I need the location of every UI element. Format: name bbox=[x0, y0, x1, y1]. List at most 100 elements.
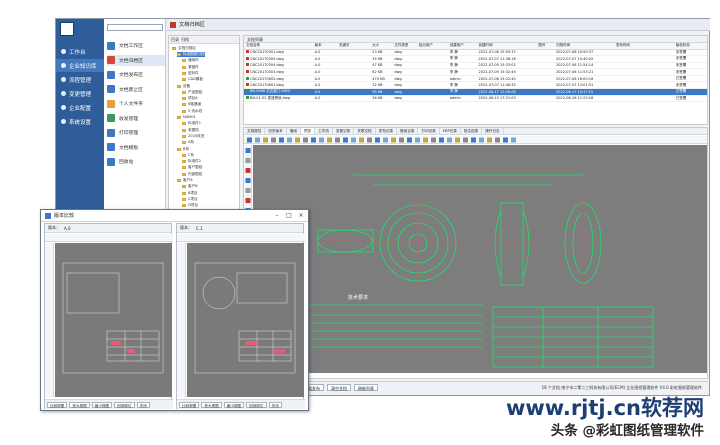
preview-tab[interactable]: 文档属性 bbox=[244, 128, 266, 134]
tree-node[interactable]: 内部图纸 bbox=[182, 172, 202, 177]
table-row[interactable]: CNC20170303.dwg A.0 62 KB dwg 李 静 2022-07-05 … bbox=[244, 68, 707, 76]
module-item[interactable]: 文档发布区 bbox=[107, 69, 165, 80]
compare-button[interactable]: 放大视图 bbox=[69, 401, 90, 408]
preview-tab[interactable]: 操作日志 bbox=[482, 128, 504, 134]
tree-node[interactable]: 密封件 bbox=[182, 71, 199, 76]
compare-button[interactable]: 关闭 bbox=[136, 401, 150, 408]
table-row[interactable]: BN-0066 右边盖门.DWG A.0 95 KB dwg 李 静 2022-06-17… bbox=[244, 88, 707, 96]
tree-node[interactable]: 2020改进 bbox=[182, 134, 204, 139]
toolbar-icon[interactable] bbox=[439, 137, 444, 143]
table-row[interactable]: CNC20170602.dwg A.0 470 KB dwg admin 2022-07-… bbox=[244, 75, 707, 83]
toolbar-icon[interactable] bbox=[319, 137, 324, 143]
nav-item-change[interactable]: 变更管理 bbox=[56, 87, 104, 100]
compare-button[interactable]: 比较视图 bbox=[179, 401, 200, 408]
toolbar-icon[interactable] bbox=[423, 137, 428, 143]
tree-node[interactable]: 客户B bbox=[182, 184, 198, 189]
module-item[interactable]: 打印管理 bbox=[107, 127, 165, 138]
table-row[interactable]: BN-01-02 泵座等轨.dwg A.0 36 KB dwg admin 2022-06… bbox=[244, 95, 707, 103]
preview-tab[interactable]: 发布记录 bbox=[376, 128, 398, 134]
file-list-tab[interactable]: 文档列表 bbox=[244, 36, 707, 43]
preview-tab[interactable]: 预览 bbox=[300, 128, 316, 134]
toolbar-icon[interactable] bbox=[455, 137, 460, 143]
preview-tab[interactable]: 打印记录 bbox=[418, 128, 440, 134]
compare-button[interactable]: 放大视图 bbox=[201, 401, 222, 408]
pane-drawing-left[interactable] bbox=[55, 243, 172, 397]
preview-tab[interactable]: 借阅记录 bbox=[397, 128, 419, 134]
toolbar-icon[interactable] bbox=[295, 137, 300, 143]
toolbar-icon[interactable] bbox=[479, 137, 484, 143]
nav-item-workbench[interactable]: 工作台 bbox=[56, 45, 104, 58]
module-item[interactable]: 文档废止区 bbox=[107, 84, 165, 95]
toolbar-icon[interactable] bbox=[287, 137, 292, 143]
tree-node[interactable]: D项目 bbox=[182, 203, 198, 208]
toolbar-icon[interactable] bbox=[399, 137, 404, 143]
table-row[interactable]: CNC20170601.dwg A.0 32 KB dwg 李 静 2022-07-07 … bbox=[244, 81, 707, 90]
tree-node[interactable]: C系 bbox=[182, 153, 194, 158]
tree-node[interactable]: 通用件 bbox=[182, 58, 199, 63]
module-item[interactable]: 个人文件夹 bbox=[107, 98, 165, 109]
toolbar-icon[interactable] bbox=[343, 137, 348, 143]
tree-node[interactable]: A系 bbox=[182, 140, 194, 145]
preview-tab[interactable]: 工作流 bbox=[315, 128, 333, 134]
toolbar-icon[interactable] bbox=[247, 137, 252, 143]
toolbar-icon[interactable] bbox=[255, 137, 260, 143]
preview-tab[interactable]: ERP记录 bbox=[440, 128, 461, 134]
toolbar-icon[interactable] bbox=[359, 137, 364, 143]
tree-tab-catalog[interactable]: 目录 bbox=[171, 37, 179, 43]
toolbar-icon[interactable] bbox=[407, 137, 412, 143]
tree-node[interactable]: 标准件2 bbox=[182, 159, 201, 164]
toolbar-icon[interactable] bbox=[367, 137, 372, 143]
toolbar-icon[interactable] bbox=[487, 137, 492, 143]
table-row[interactable]: CNC20170301.dwg A.0 23 KB dwg 李 静 2022-07-06 … bbox=[244, 49, 707, 57]
toolbar-icon[interactable] bbox=[447, 137, 452, 143]
side-tool-icon[interactable] bbox=[245, 148, 251, 153]
preview-tab[interactable]: 变更记录 bbox=[333, 128, 355, 134]
toolbar-icon[interactable] bbox=[463, 137, 468, 143]
toolbar-icon[interactable] bbox=[335, 137, 340, 143]
table-row[interactable]: CNC20170304.dwg A.0 47 KB dwg 李 静 2022-07-05 … bbox=[244, 62, 707, 70]
compare-button[interactable]: 缩小视图 bbox=[223, 401, 245, 408]
tree-node[interactable]: 5 流水线 bbox=[182, 109, 202, 114]
toolbar-icon[interactable] bbox=[431, 137, 436, 143]
toolbar-icon[interactable] bbox=[375, 137, 380, 143]
preview-tab[interactable]: 历史版本 bbox=[265, 128, 287, 134]
tree-node[interactable]: 设备 bbox=[177, 84, 190, 89]
toolbar-icon[interactable] bbox=[311, 137, 316, 143]
module-item[interactable]: 回收站 bbox=[107, 156, 165, 167]
minimize-button[interactable]: – bbox=[273, 212, 281, 219]
table-row[interactable]: CNC20170305.dwg A.0 35 KB dwg 李 静 2022-07-07 … bbox=[244, 55, 707, 63]
toolbar-icon[interactable] bbox=[263, 137, 268, 143]
preview-tab[interactable]: 批注信息 bbox=[461, 128, 483, 134]
bottom-button[interactable]: 刷新列表 bbox=[354, 384, 378, 391]
compare-button[interactable]: 回到原位 bbox=[114, 401, 135, 408]
compare-button[interactable]: 回到原位 bbox=[246, 401, 267, 408]
module-item[interactable]: 收发管理 bbox=[107, 113, 165, 124]
side-tool-icon[interactable] bbox=[245, 198, 251, 203]
nav-item-settings[interactable]: 系统设置 bbox=[56, 115, 104, 128]
toolbar-icon[interactable] bbox=[351, 137, 356, 143]
nav-item-knowledge-base[interactable]: 企业知识库 bbox=[56, 59, 104, 72]
cad-drawing-preview[interactable]: 技术要求 bbox=[253, 145, 707, 373]
preview-tab[interactable]: 借阅 bbox=[287, 128, 301, 134]
toolbar-icon[interactable] bbox=[383, 137, 388, 143]
tree-node[interactable]: 产品图纸 bbox=[182, 90, 202, 95]
nav-item-config[interactable]: 企业配置 bbox=[56, 101, 104, 114]
side-tool-icon[interactable] bbox=[245, 168, 251, 173]
maximize-button[interactable]: □ bbox=[285, 212, 293, 219]
module-search-input[interactable] bbox=[107, 24, 163, 31]
tree-node[interactable]: 6路通道 bbox=[182, 102, 201, 107]
bottom-button[interactable]: 清空文档 bbox=[327, 384, 351, 391]
tree-node[interactable]: 客户图纸 bbox=[182, 165, 202, 170]
toolbar-icon[interactable] bbox=[303, 137, 308, 143]
module-item[interactable]: 文档模板 bbox=[107, 142, 165, 153]
tree-node[interactable]: NXM01 bbox=[177, 115, 196, 119]
tree-node[interactable]: 客户A bbox=[177, 178, 193, 183]
tree-node[interactable]: 紧固件 bbox=[182, 65, 199, 70]
pane-drawing-right[interactable] bbox=[187, 243, 304, 397]
side-tool-icon[interactable] bbox=[245, 188, 251, 193]
toolbar-icon[interactable] bbox=[471, 137, 476, 143]
nav-item-flow[interactable]: 流程管理 bbox=[56, 73, 104, 86]
tree-node[interactable]: 老图档 bbox=[182, 128, 199, 133]
compare-button[interactable]: 缩小视图 bbox=[91, 401, 113, 408]
tree-node[interactable]: 标准图纸归档 bbox=[177, 52, 205, 57]
